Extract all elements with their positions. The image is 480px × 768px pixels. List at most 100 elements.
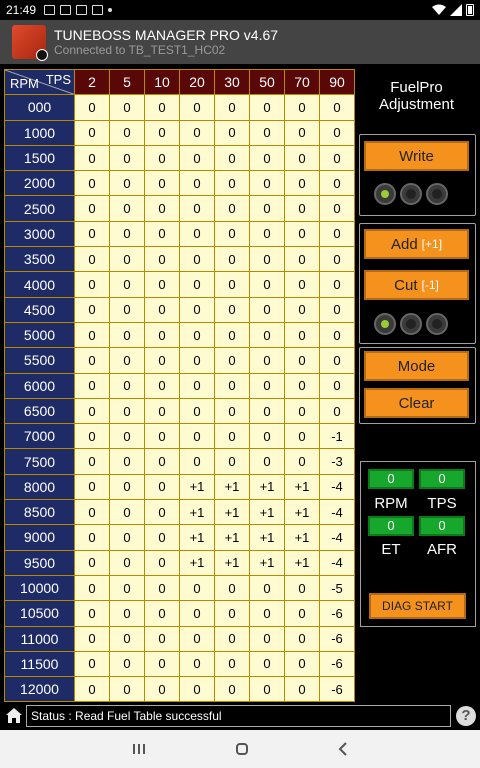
fuel-cell[interactable]: 0 xyxy=(74,676,110,703)
fuel-cell[interactable]: 0 xyxy=(109,220,145,248)
fuel-cell[interactable]: 0 xyxy=(284,372,320,399)
fuel-cell[interactable]: 0 xyxy=(74,347,110,374)
fuel-cell[interactable]: 0 xyxy=(284,574,320,602)
fuel-cell[interactable]: 0 xyxy=(284,296,320,323)
fuel-cell[interactable]: 0 xyxy=(319,296,355,323)
fuel-cell[interactable]: -6 xyxy=(319,650,355,678)
fuel-cell[interactable]: 0 xyxy=(144,448,180,475)
back-icon[interactable] xyxy=(338,742,348,756)
fuel-cell[interactable]: 0 xyxy=(179,397,215,425)
fuel-cell[interactable]: -4 xyxy=(319,473,355,501)
fuel-cell[interactable]: 0 xyxy=(214,271,250,298)
fuel-cell[interactable]: 0 xyxy=(284,271,320,298)
fuel-cell[interactable]: 0 xyxy=(284,625,320,652)
fuel-cell[interactable]: 0 xyxy=(144,600,180,627)
fuel-cell[interactable]: -3 xyxy=(319,448,355,475)
fuel-cell[interactable]: 0 xyxy=(109,144,145,172)
fuel-cell[interactable]: 0 xyxy=(214,600,250,627)
fuel-cell[interactable]: 0 xyxy=(179,600,215,627)
fuel-cell[interactable]: 0 xyxy=(319,347,355,374)
fuel-cell[interactable]: 0 xyxy=(319,321,355,349)
fuel-cell[interactable]: 0 xyxy=(319,271,355,298)
fuel-cell[interactable]: 0 xyxy=(214,372,250,399)
fuel-cell[interactable]: 0 xyxy=(284,423,320,450)
fuel-cell[interactable]: 0 xyxy=(74,144,110,172)
fuel-cell[interactable]: 0 xyxy=(214,195,250,222)
fuel-cell[interactable]: 0 xyxy=(144,144,180,172)
fuel-cell[interactable]: 0 xyxy=(214,397,250,425)
fuel-cell[interactable]: 0 xyxy=(214,625,250,652)
fuel-cell[interactable]: +1 xyxy=(214,549,250,576)
fuel-cell[interactable]: 0 xyxy=(74,119,110,146)
fuel-cell[interactable]: 0 xyxy=(319,94,355,121)
fuel-cell[interactable]: 0 xyxy=(249,271,285,298)
fuel-cell[interactable]: 0 xyxy=(144,220,180,248)
fuel-cell[interactable]: 0 xyxy=(144,170,180,197)
fuel-cell[interactable]: 0 xyxy=(214,119,250,146)
fuel-cell[interactable]: 0 xyxy=(109,549,145,576)
fuel-cell[interactable]: 0 xyxy=(249,600,285,627)
fuel-cell[interactable]: 0 xyxy=(249,676,285,703)
fuel-cell[interactable]: 0 xyxy=(144,524,180,551)
fuel-cell[interactable]: 0 xyxy=(249,94,285,121)
fuel-cell[interactable]: 0 xyxy=(109,119,145,146)
fuel-cell[interactable]: 0 xyxy=(109,94,145,121)
fuel-cell[interactable]: 0 xyxy=(214,448,250,475)
fuel-cell[interactable]: 0 xyxy=(319,144,355,172)
fuel-cell[interactable]: 0 xyxy=(284,600,320,627)
write-button[interactable]: Write xyxy=(364,141,469,171)
fuel-cell[interactable]: 0 xyxy=(319,195,355,222)
fuel-cell[interactable]: +1 xyxy=(249,499,285,526)
fuel-cell[interactable]: 0 xyxy=(144,676,180,703)
nav-home-icon[interactable] xyxy=(236,743,248,755)
fuel-cell[interactable]: 0 xyxy=(249,195,285,222)
fuel-cell[interactable]: 0 xyxy=(249,372,285,399)
fuel-cell[interactable]: 0 xyxy=(284,220,320,248)
home-icon[interactable] xyxy=(5,706,23,724)
fuel-cell[interactable]: 0 xyxy=(144,347,180,374)
fuel-cell[interactable]: 0 xyxy=(74,220,110,248)
fuel-cell[interactable]: 0 xyxy=(109,372,145,399)
fuel-cell[interactable]: 0 xyxy=(144,321,180,349)
fuel-cell[interactable]: +1 xyxy=(179,549,215,576)
fuel-cell[interactable]: 0 xyxy=(144,650,180,678)
fuel-cell[interactable]: +1 xyxy=(179,499,215,526)
fuel-cell[interactable]: 0 xyxy=(144,246,180,273)
fuel-cell[interactable]: 0 xyxy=(109,448,145,475)
fuel-cell[interactable]: 0 xyxy=(179,119,215,146)
fuel-cell[interactable]: 0 xyxy=(109,195,145,222)
fuel-cell[interactable]: 0 xyxy=(284,170,320,197)
fuel-cell[interactable]: 0 xyxy=(249,448,285,475)
fuel-cell[interactable]: 0 xyxy=(74,94,110,121)
fuel-cell[interactable]: 0 xyxy=(249,220,285,248)
fuel-cell[interactable]: 0 xyxy=(214,650,250,678)
fuel-cell[interactable]: +1 xyxy=(179,524,215,551)
fuel-cell[interactable]: 0 xyxy=(74,448,110,475)
fuel-cell[interactable]: 0 xyxy=(249,246,285,273)
fuel-cell[interactable]: 0 xyxy=(249,625,285,652)
fuel-cell[interactable]: 0 xyxy=(144,296,180,323)
cut-button[interactable]: Cut [-1] xyxy=(364,270,469,300)
fuel-cell[interactable]: 0 xyxy=(74,170,110,197)
fuel-cell[interactable]: 0 xyxy=(249,321,285,349)
fuel-cell[interactable]: 0 xyxy=(74,195,110,222)
fuel-cell[interactable]: 0 xyxy=(214,574,250,602)
fuel-cell[interactable]: 0 xyxy=(214,296,250,323)
fuel-cell[interactable]: -1 xyxy=(319,423,355,450)
fuel-cell[interactable]: 0 xyxy=(144,271,180,298)
fuel-cell[interactable]: 0 xyxy=(179,448,215,475)
fuel-cell[interactable]: 0 xyxy=(249,574,285,602)
fuel-cell[interactable]: 0 xyxy=(74,524,110,551)
fuel-cell[interactable]: 0 xyxy=(144,625,180,652)
fuel-cell[interactable]: +1 xyxy=(214,473,250,501)
fuel-cell[interactable]: 0 xyxy=(214,423,250,450)
add-button[interactable]: Add [+1] xyxy=(364,229,469,259)
fuel-cell[interactable]: 0 xyxy=(144,372,180,399)
fuel-cell[interactable]: 0 xyxy=(214,347,250,374)
fuel-cell[interactable]: -6 xyxy=(319,625,355,652)
fuel-cell[interactable]: 0 xyxy=(144,119,180,146)
fuel-cell[interactable]: 0 xyxy=(249,144,285,172)
fuel-cell[interactable]: 0 xyxy=(109,676,145,703)
fuel-cell[interactable]: +1 xyxy=(249,524,285,551)
fuel-cell[interactable]: +1 xyxy=(249,549,285,576)
